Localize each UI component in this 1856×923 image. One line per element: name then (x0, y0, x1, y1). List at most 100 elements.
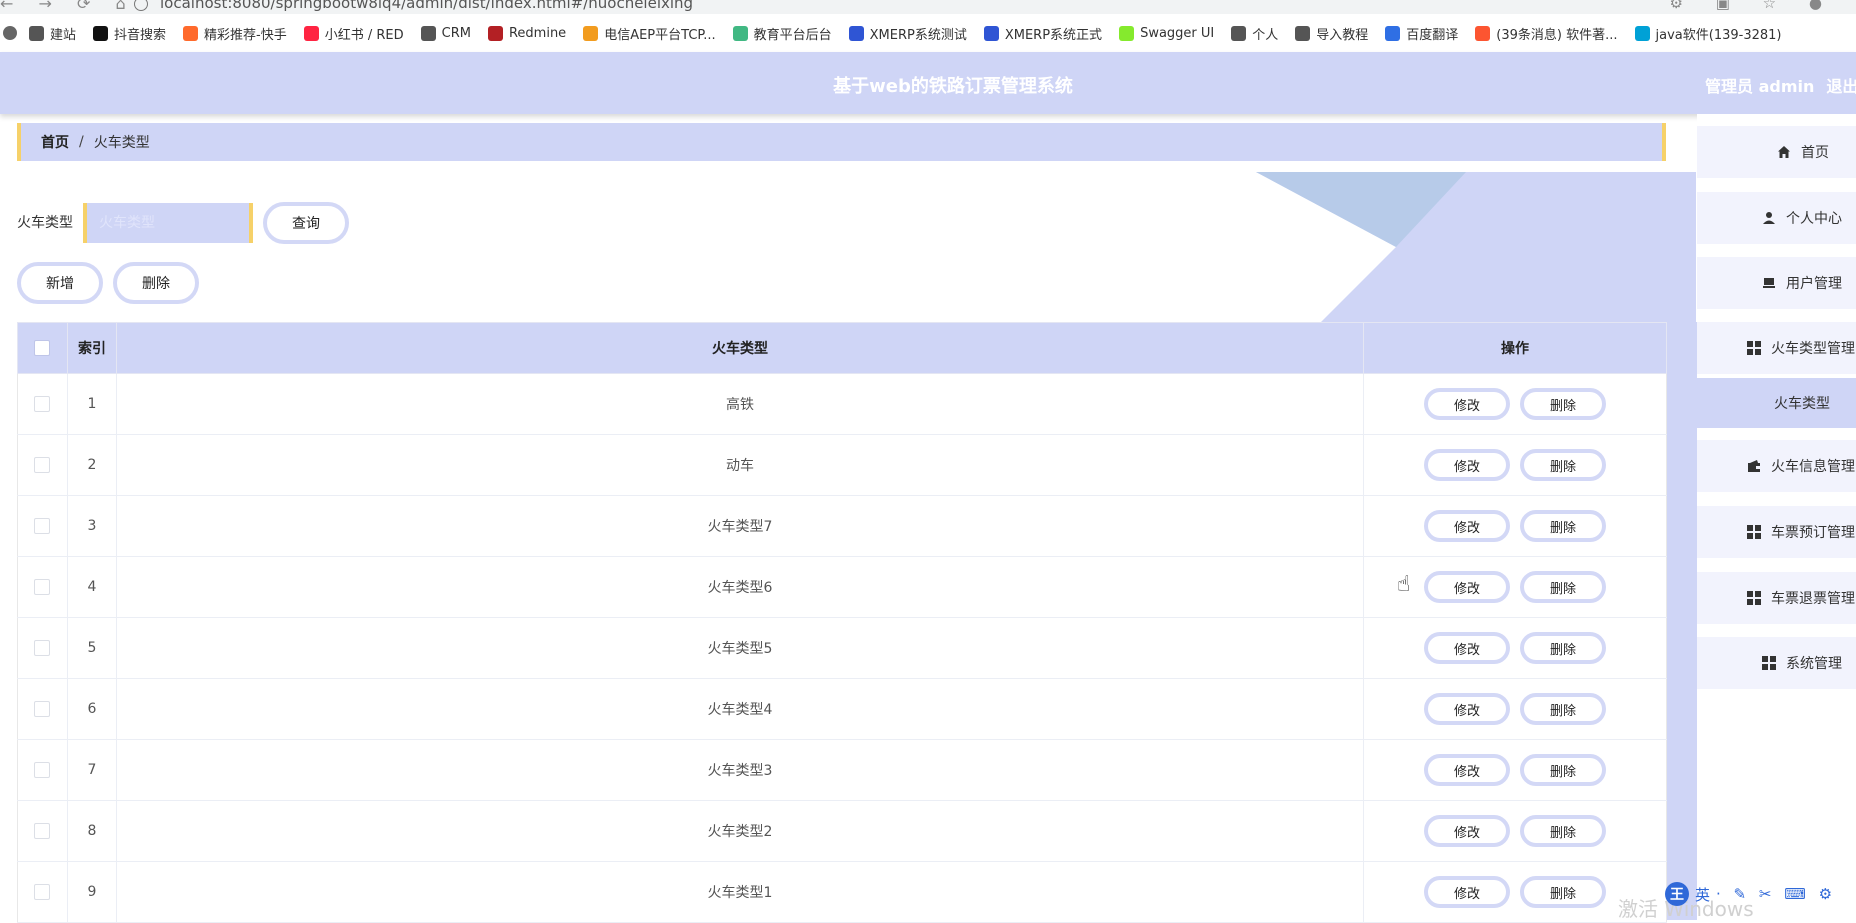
add-button[interactable]: 新增 (17, 262, 103, 304)
apps-icon[interactable] (3, 26, 17, 40)
row-index: 7 (67, 739, 117, 801)
ime-language[interactable]: 英 (1695, 884, 1710, 905)
select-all-checkbox[interactable] (34, 340, 51, 356)
content-scroll-area[interactable] (1667, 322, 1697, 920)
edit-button[interactable]: 修改 (1424, 632, 1511, 664)
delete-button[interactable]: 删除 (1520, 632, 1607, 664)
ime-tools-icon[interactable]: · ✎ ✂ ⌨ ⚙ (1716, 885, 1836, 903)
search-input[interactable] (83, 203, 253, 243)
bookmark-item[interactable]: XMERP系统正式 (983, 24, 1103, 43)
delete-button[interactable]: 删除 (1520, 693, 1607, 725)
column-header-ops: 操作 (1363, 322, 1667, 374)
ime-logo-icon[interactable]: 王 (1665, 882, 1689, 906)
edit-button[interactable]: 修改 (1424, 510, 1511, 542)
bookmark-item[interactable]: CRM (420, 25, 471, 41)
edit-button[interactable]: 修改 (1424, 693, 1511, 725)
row-index: 4 (67, 556, 117, 618)
sidebar-item-ticket-refund-management[interactable]: 车票退票管理 (1697, 572, 1856, 624)
bookmark-item[interactable]: Swagger UI (1119, 25, 1215, 41)
row-index: 6 (67, 678, 117, 740)
row-checkbox[interactable] (34, 701, 51, 717)
edit-button[interactable]: 修改 (1424, 388, 1511, 420)
delete-button[interactable]: 删除 (1520, 754, 1607, 786)
sidebar-item-home[interactable]: 首页 (1697, 126, 1856, 178)
sidebar-subitem-train-type[interactable]: 火车类型 (1697, 378, 1856, 428)
row-checkbox[interactable] (34, 457, 51, 473)
edit-button[interactable]: 修改 (1424, 876, 1511, 908)
sidebar-menu: 首页 个人中心 用户管理 火车类型管理 火车类型 火车信息管理 车票预订管理 车… (1697, 114, 1856, 920)
row-checkbox[interactable] (34, 396, 51, 412)
sidebar-item-user-management[interactable]: 用户管理 (1697, 257, 1856, 309)
delete-button[interactable]: 删除 (1520, 388, 1607, 420)
grid-icon (1747, 591, 1761, 605)
bookmark-favicon-icon (183, 25, 199, 41)
row-select-cell (17, 739, 68, 801)
delete-button[interactable]: 删除 (1520, 815, 1607, 847)
bookmark-favicon-icon (583, 25, 599, 41)
logout-link[interactable]: 退出登录 (1826, 77, 1856, 96)
url-text: localhost:8080/springbootw8lq4/admin/dis… (160, 0, 694, 12)
bookmark-favicon-icon (1119, 25, 1135, 41)
row-ops-cell: 修改 删除 (1363, 373, 1667, 435)
row-checkbox[interactable] (34, 884, 51, 900)
edit-button[interactable]: 修改 (1424, 754, 1511, 786)
row-checkbox[interactable] (34, 518, 51, 534)
edit-button[interactable]: 修改 (1424, 449, 1511, 481)
bookmark-item[interactable]: 精彩推荐-快手 (183, 24, 287, 43)
edit-button[interactable]: 修改 (1424, 571, 1511, 603)
bookmark-item[interactable]: XMERP系统测试 (848, 24, 967, 43)
sidebar-item-profile[interactable]: 个人中心 (1697, 192, 1856, 244)
row-select-cell (17, 495, 68, 557)
bookmark-label: XMERP系统正式 (1004, 27, 1103, 43)
delete-button[interactable]: 删除 (1520, 571, 1607, 603)
delete-button[interactable]: 删除 (1520, 510, 1607, 542)
ime-toolbar[interactable]: 王 英 · ✎ ✂ ⌨ ⚙ (1665, 878, 1836, 910)
row-select-cell (17, 800, 68, 862)
bookmark-label: java软件(139-3281) (1655, 27, 1782, 43)
bookmark-label: Swagger UI (1140, 25, 1215, 41)
bookmark-item[interactable]: Redmine (487, 25, 566, 41)
address-bar[interactable]: localhost:8080/springbootw8lq4/admin/dis… (134, 0, 693, 12)
bookmark-favicon-icon (303, 25, 319, 41)
browser-nav-icons[interactable]: ← → ⟳ ⌂ (0, 0, 136, 13)
train-type-table: 索引 火车类型 操作 1 高铁 修改 删除 2 动车 修改 删除 3 火车类型7 修改 删除 4 火车类型… (17, 322, 1667, 923)
browser-extension-icons[interactable]: ⚙ ▣ ☆ ● (1670, 0, 1836, 12)
bookmark-item[interactable]: 建站 (29, 24, 76, 43)
row-checkbox[interactable] (34, 762, 51, 778)
delete-button[interactable]: 删除 (1520, 449, 1607, 481)
row-checkbox[interactable] (34, 640, 51, 656)
sidebar-item-ticket-booking-management[interactable]: 车票预订管理 (1697, 506, 1856, 558)
delete-button[interactable]: 删除 (1520, 876, 1607, 908)
bookmark-label: 建站 (50, 27, 77, 43)
bookmark-item[interactable]: 电信AEP平台TCP... (583, 24, 716, 43)
sidebar-item-label: 车票预订管理 (1771, 525, 1855, 541)
row-checkbox[interactable] (34, 579, 51, 595)
row-train-type: 火车类型6 (116, 556, 1365, 618)
breadcrumb-home[interactable]: 首页 (41, 132, 69, 152)
bookmark-item[interactable]: 教育平台后台 (732, 24, 832, 43)
sidebar-item-train-type-management[interactable]: 火车类型管理 (1697, 322, 1856, 374)
bookmark-item[interactable]: 导入教程 (1295, 24, 1368, 43)
bookmark-item[interactable]: java软件(139-3281) (1634, 24, 1782, 43)
column-header-index: 索引 (66, 322, 117, 374)
row-checkbox[interactable] (34, 823, 51, 839)
header-user-area: 管理员 admin 退出登录 (1705, 73, 1856, 97)
select-all-cell (17, 322, 68, 374)
row-ops-cell: 修改 删除 (1363, 495, 1667, 557)
wallet-icon (1747, 459, 1761, 473)
user-label: 管理员 admin (1705, 77, 1815, 96)
bookmark-item[interactable]: 百度翻译 (1385, 24, 1458, 43)
bookmark-item[interactable]: 个人 (1231, 24, 1278, 43)
batch-delete-button[interactable]: 删除 (113, 262, 199, 304)
sidebar-item-train-info-management[interactable]: 火车信息管理 (1697, 440, 1856, 492)
row-ops-cell: 修改 删除 (1363, 617, 1667, 679)
row-index: 3 (67, 495, 117, 557)
edit-button[interactable]: 修改 (1424, 815, 1511, 847)
bookmark-item[interactable]: 小红书 / RED (303, 24, 404, 43)
bookmark-item[interactable]: (39条消息) 软件著... (1475, 24, 1618, 43)
sidebar-item-system-management[interactable]: 系统管理 (1697, 637, 1856, 689)
search-button[interactable]: 查询 (263, 202, 349, 244)
bookmark-favicon-icon (732, 25, 748, 41)
bookmark-item[interactable]: 抖音搜索 (93, 24, 166, 43)
bookmark-label: 抖音搜索 (114, 27, 167, 43)
